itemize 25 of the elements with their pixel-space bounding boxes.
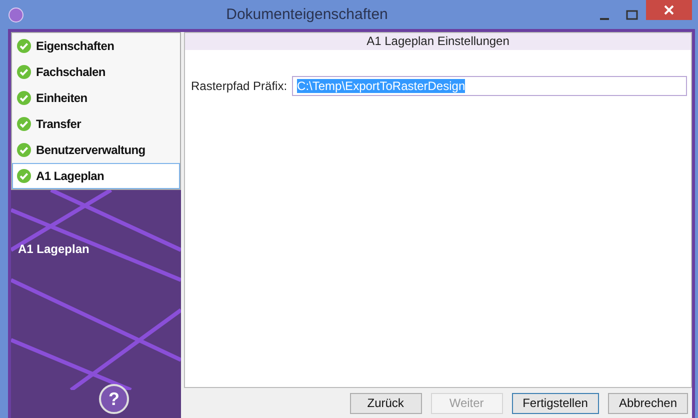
app-icon — [8, 6, 24, 22]
step-item[interactable]: Benutzerverwaltung — [12, 137, 180, 163]
wizard-button[interactable]: Abbrechen — [608, 392, 688, 414]
minimize-icon — [600, 18, 608, 20]
check-icon — [17, 39, 31, 53]
field-label: Rasterpfad Präfix: — [191, 79, 288, 93]
banner-title: A1 Lageplan — [18, 242, 90, 256]
window-title: Dokumenteigenschaften — [225, 6, 389, 23]
step-item[interactable]: Eigenschaften — [12, 33, 180, 59]
panel-title: A1 Lageplan Einstellungen — [185, 33, 691, 50]
close-button[interactable] — [646, 0, 692, 20]
step-item[interactable]: Fachschalen — [12, 59, 180, 85]
wizard-button[interactable]: Zurück — [350, 392, 422, 414]
maximize-icon — [626, 10, 638, 20]
wizard-button[interactable]: Fertigstellen — [512, 392, 599, 414]
step-item[interactable]: Einheiten — [12, 85, 180, 111]
help-button[interactable]: ? — [99, 384, 129, 414]
step-item[interactable]: A1 Lageplan — [12, 163, 180, 189]
step-item[interactable]: Transfer — [12, 111, 180, 137]
check-icon — [17, 117, 31, 131]
check-icon — [17, 65, 31, 79]
check-icon — [17, 143, 31, 157]
check-icon — [17, 169, 31, 183]
check-icon — [17, 91, 31, 105]
close-icon — [664, 5, 674, 15]
